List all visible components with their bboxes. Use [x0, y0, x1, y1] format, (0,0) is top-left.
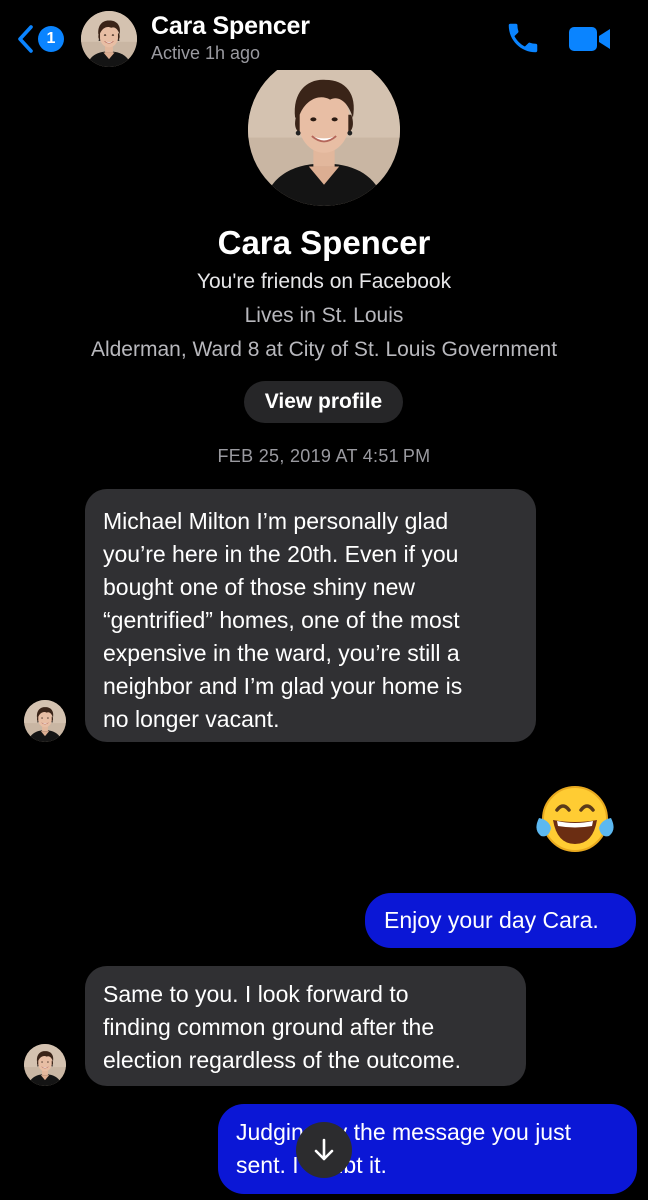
friendship-status: You're friends on Facebook	[196, 270, 452, 293]
message-line: Same to you. I look forward to	[103, 981, 409, 1007]
message-timestamp: FEB 25, 2019 AT 4:51 PM	[217, 446, 431, 466]
laughing-tears-emoji[interactable]	[535, 784, 615, 854]
profile-name: Cara Spencer	[217, 224, 431, 261]
message-line: “gentrified” homes, one of the most	[103, 607, 460, 633]
message-line: no longer vacant.	[103, 706, 280, 732]
profile-photo[interactable]	[248, 54, 400, 206]
location-info: Lives in St. Louis	[244, 304, 404, 327]
arrow-down-icon	[314, 1138, 334, 1161]
incoming-message-bubble[interactable]: Same to you. I look forward to finding c…	[85, 966, 526, 1086]
message-line: expensive in the ward, you’re still a	[103, 640, 460, 666]
message-line: sent. I doubt it.	[236, 1152, 387, 1178]
video-camera-icon	[569, 27, 610, 51]
work-info: Alderman, Ward 8 at City of St. Louis Go…	[90, 338, 558, 361]
outgoing-message-bubble[interactable]: Judging by the message you just sent. I …	[218, 1104, 637, 1194]
sender-avatar[interactable]	[24, 700, 66, 742]
message-line: Judging by the message you just	[236, 1119, 571, 1145]
message-line: bought one of those shiny new	[103, 574, 416, 600]
contact-name[interactable]: Cara Spencer	[151, 12, 310, 41]
contact-avatar[interactable]	[81, 11, 137, 67]
conversation-header: 1 Cara Spencer Active 1h ago	[0, 0, 648, 70]
message-line: election regardless of the outcome.	[103, 1047, 461, 1073]
message-line: finding common ground after the	[103, 1014, 435, 1040]
voice-call-button[interactable]	[504, 19, 542, 57]
message-line: Michael Milton I’m personally glad	[103, 508, 449, 534]
unread-count-badge: 1	[38, 26, 64, 52]
back-button[interactable]: 1	[16, 22, 68, 56]
view-profile-button[interactable]: View profile	[244, 381, 403, 423]
message-line: Enjoy your day Cara.	[384, 907, 599, 933]
sender-avatar[interactable]	[24, 1044, 66, 1086]
phone-icon	[508, 23, 538, 53]
chevron-left-icon	[18, 25, 33, 53]
message-line: you’re here in the 20th. Even if you	[103, 541, 459, 567]
outgoing-message-bubble[interactable]: Enjoy your day Cara.	[365, 893, 636, 948]
incoming-message-bubble[interactable]: Michael Milton I’m personally glad you’r…	[85, 489, 536, 742]
message-line: neighbor and I’m glad your home is	[103, 673, 463, 699]
scroll-to-bottom-button[interactable]	[296, 1122, 352, 1178]
active-status: Active 1h ago	[151, 43, 261, 63]
video-call-button[interactable]	[568, 24, 612, 54]
